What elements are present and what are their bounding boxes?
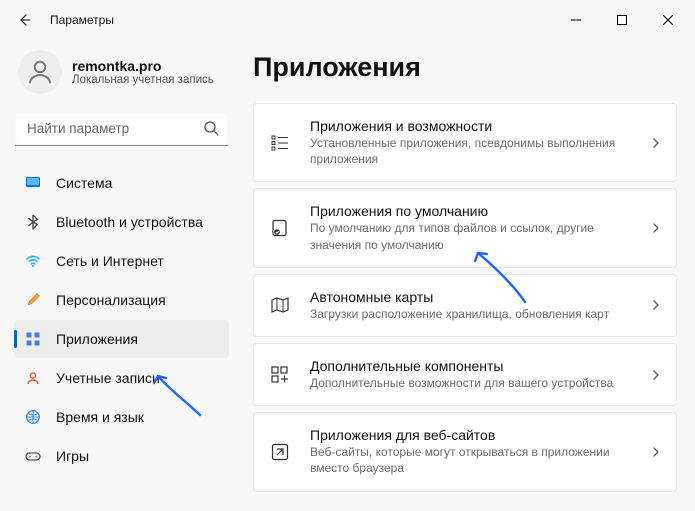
main-content: Приложения Приложения и возможности Уста…: [235, 40, 695, 511]
card-title: Автономные карты: [310, 289, 642, 305]
card-sub: Загрузки расположение хранилища, обновле…: [310, 306, 642, 322]
list-icon: [268, 133, 292, 153]
account-block[interactable]: remontka.pro Локальная учетная запись: [14, 50, 229, 94]
components-icon: [268, 365, 292, 385]
close-icon: [663, 15, 673, 25]
card-title: Приложения по умолчанию: [310, 203, 642, 219]
card-sub: Дополнительные возможности для вашего ус…: [310, 375, 642, 391]
account-name: remontka.pro: [72, 58, 214, 74]
card-sub: Установленные приложения, псевдонимы вып…: [310, 135, 642, 167]
sidebar-item-label: Bluetooth и устройства: [56, 214, 203, 230]
arrow-left-icon: [16, 12, 32, 28]
sidebar-item-label: Учетные записи: [56, 370, 160, 386]
sidebar: remontka.pro Локальная учетная запись Си…: [0, 40, 235, 511]
sidebar-item-time[interactable]: Время и язык: [14, 398, 229, 436]
sidebar-item-gaming[interactable]: Игры: [14, 437, 229, 475]
card-offline-maps[interactable]: Автономные карты Загрузки расположение х…: [253, 274, 677, 337]
window-controls: [553, 0, 691, 40]
map-icon: [268, 295, 292, 315]
sidebar-item-system[interactable]: Система: [14, 164, 229, 202]
accounts-icon: [24, 369, 42, 387]
gamepad-icon: [24, 447, 42, 465]
apps-icon: [24, 330, 42, 348]
search-wrap: [14, 112, 229, 146]
sidebar-item-label: Система: [56, 175, 112, 191]
sidebar-item-bluetooth[interactable]: Bluetooth и устройства: [14, 203, 229, 241]
sidebar-item-label: Время и язык: [56, 409, 144, 425]
maximize-icon: [617, 15, 627, 25]
sidebar-item-personalization[interactable]: Персонализация: [14, 281, 229, 319]
close-button[interactable]: [645, 0, 691, 40]
sidebar-item-accounts[interactable]: Учетные записи: [14, 359, 229, 397]
card-title: Приложения и возможности: [310, 118, 642, 134]
card-title: Дополнительные компоненты: [310, 358, 642, 374]
sidebar-item-label: Сеть и Интернет: [56, 253, 164, 269]
window-title: Параметры: [50, 13, 114, 27]
back-button[interactable]: [4, 0, 44, 40]
card-title: Приложения для веб-сайтов: [310, 427, 642, 443]
sidebar-item-label: Персонализация: [56, 292, 166, 308]
card-optional-features[interactable]: Дополнительные компоненты Дополнительные…: [253, 343, 677, 406]
titlebar: Параметры: [0, 0, 695, 40]
chevron-right-icon: [650, 446, 662, 458]
chevron-right-icon: [650, 137, 662, 149]
system-icon: [24, 174, 42, 192]
chevron-right-icon: [650, 222, 662, 234]
card-sub: По умолчанию для типов файлов и ссылок, …: [310, 220, 642, 252]
nav-list: Система Bluetooth и устройства Сеть и Ин…: [14, 164, 229, 475]
chevron-right-icon: [650, 369, 662, 381]
maximize-button[interactable]: [599, 0, 645, 40]
account-sub: Локальная учетная запись: [72, 74, 214, 86]
avatar: [18, 50, 62, 94]
sidebar-item-label: Приложения: [56, 331, 138, 347]
default-apps-icon: [268, 218, 292, 238]
minimize-icon: [571, 15, 581, 25]
sidebar-item-label: Игры: [56, 448, 89, 464]
sidebar-item-apps[interactable]: Приложения: [14, 320, 229, 358]
search-input[interactable]: [15, 112, 228, 146]
card-apps-features[interactable]: Приложения и возможности Установленные п…: [253, 103, 677, 182]
wifi-icon: [24, 252, 42, 270]
websites-icon: [268, 442, 292, 462]
clock-globe-icon: [24, 408, 42, 426]
card-apps-for-websites[interactable]: Приложения для веб-сайтов Веб-сайты, кот…: [253, 412, 677, 491]
minimize-button[interactable]: [553, 0, 599, 40]
bluetooth-icon: [24, 213, 42, 231]
page-title: Приложения: [253, 52, 677, 83]
card-sub: Веб-сайты, которые могут открываться в п…: [310, 444, 642, 476]
chevron-right-icon: [650, 299, 662, 311]
paint-icon: [24, 291, 42, 309]
card-default-apps[interactable]: Приложения по умолчанию По умолчанию для…: [253, 188, 677, 267]
person-icon: [25, 57, 55, 87]
sidebar-item-network[interactable]: Сеть и Интернет: [14, 242, 229, 280]
